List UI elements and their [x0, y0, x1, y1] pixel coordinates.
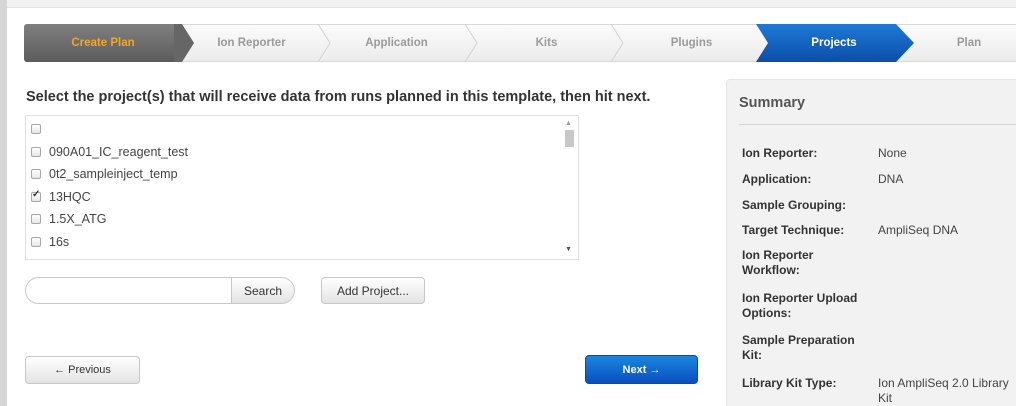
page-top-edge	[0, 0, 1016, 8]
project-item[interactable]	[31, 118, 49, 140]
step-create-plan[interactable]: Create Plan	[24, 24, 182, 62]
project-checkbox[interactable]	[31, 214, 41, 224]
step-separator	[317, 24, 331, 62]
project-item[interactable]: 13HQC	[31, 186, 91, 208]
project-checkbox[interactable]	[31, 237, 41, 247]
summary-divider	[739, 124, 1016, 125]
summary-label: Sample Grouping:	[742, 198, 847, 212]
project-checkbox[interactable]	[31, 147, 41, 157]
project-list[interactable]: 090A01_IC_reagent_test 0t2_sampleinject_…	[25, 115, 579, 260]
step-kits[interactable]: Kits	[484, 24, 609, 62]
summary-value: Ion AmpliSeq 2.0 Library Kit	[878, 376, 1009, 405]
summary-label: Ion Reporter Workflow:	[742, 248, 814, 277]
wizard-steps: Create Plan Ion Reporter Application Kit…	[24, 24, 1016, 62]
step-projects[interactable]: Projects	[769, 24, 899, 62]
search-button[interactable]: Search	[231, 277, 295, 304]
step-separator	[464, 24, 478, 62]
step-label: Create Plan	[71, 37, 135, 49]
project-item[interactable]: 1.5X_ATG	[31, 208, 106, 230]
summary-panel: Summary Ion Reporter: None Application: …	[726, 79, 1016, 406]
project-label: 13HQC	[49, 190, 91, 204]
search-group: Search	[25, 277, 295, 304]
step-plan[interactable]: Plan	[914, 24, 1016, 62]
summary-label: Application:	[742, 172, 812, 186]
page-left-edge	[0, 0, 7, 406]
step-label: Application	[365, 37, 428, 49]
summary-title: Summary	[739, 95, 806, 111]
step-application[interactable]: Application	[334, 24, 459, 62]
next-button[interactable]: Next →	[585, 355, 698, 384]
scroll-down-arrow-icon[interactable]: ▼	[565, 246, 572, 254]
summary-value: AmpliSeq DNA	[878, 223, 959, 237]
search-input[interactable]	[25, 277, 232, 304]
step-label: Kits	[535, 37, 558, 49]
step-separator	[610, 24, 624, 62]
project-label: 1.5X_ATG	[49, 212, 107, 226]
step-label: Plan	[956, 37, 982, 49]
summary-value: None	[878, 146, 907, 160]
add-project-button[interactable]: Add Project...	[321, 277, 425, 304]
project-label: 16s	[49, 235, 70, 249]
step-label: Ion Reporter	[217, 37, 286, 49]
project-checkbox[interactable]	[31, 124, 41, 134]
summary-label: Ion Reporter Upload Options:	[742, 291, 858, 320]
step-plugins[interactable]: Plugins	[629, 24, 754, 62]
project-label: 0t2_sampleinject_temp	[49, 167, 178, 181]
project-checkbox[interactable]	[31, 169, 41, 179]
page-heading: Select the project(s) that will receive …	[26, 89, 651, 105]
step-ion-reporter[interactable]: Ion Reporter	[184, 24, 319, 62]
project-item[interactable]: 16s	[31, 231, 69, 253]
step-label: Projects	[811, 37, 857, 49]
project-checkbox[interactable]	[31, 189, 41, 202]
scroll-thumb[interactable]	[565, 130, 574, 147]
previous-button[interactable]: ← Previous	[25, 356, 140, 384]
summary-label: Ion Reporter:	[742, 146, 818, 160]
project-label: 090A01_IC_reagent_test	[49, 145, 188, 159]
summary-label: Target Technique:	[742, 223, 845, 237]
project-item[interactable]: 090A01_IC_reagent_test	[31, 141, 188, 163]
step-label: Plugins	[670, 37, 713, 49]
project-item[interactable]: 0t2_sampleinject_temp	[31, 163, 178, 185]
scroll-up-arrow-icon[interactable]: ▲	[565, 120, 572, 128]
summary-label: Sample Preparation Kit:	[742, 333, 855, 362]
summary-label: Library Kit Type:	[742, 376, 837, 390]
summary-value: DNA	[878, 172, 904, 186]
project-list-scrollbar[interactable]: ▲ ▼	[562, 118, 576, 257]
